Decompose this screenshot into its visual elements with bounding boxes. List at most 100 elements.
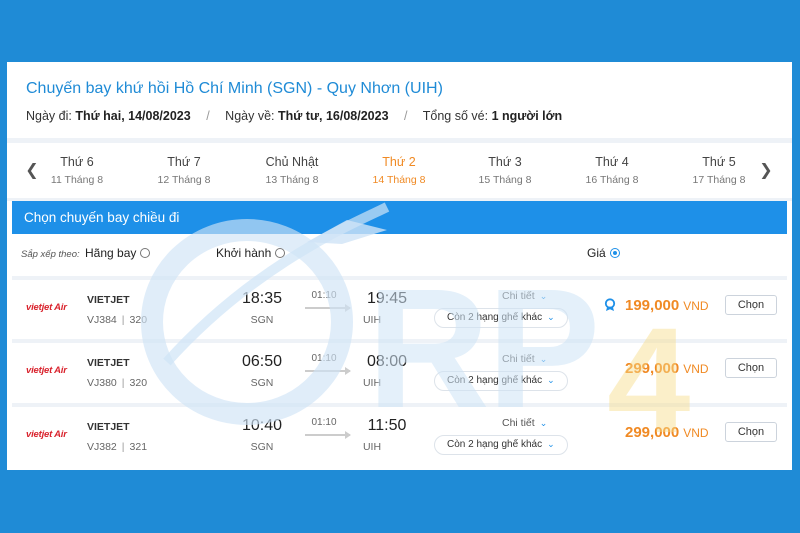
day-name: Thứ 3 (488, 155, 522, 169)
chevron-down-icon: ⌄ (547, 439, 555, 449)
seat-class-label: Còn 2 hạng ghế khác (447, 375, 543, 386)
departure-airport: SGN (250, 314, 274, 326)
flight-info: VJ382 | 321 (87, 441, 147, 453)
seat-class-label: Còn 2 hạng ghế khác (447, 439, 543, 450)
day-tab[interactable]: Thứ 3 15 Tháng 8 (455, 155, 555, 186)
price-value: 199,000 (625, 297, 680, 314)
vietjet-logo: vietjet Air (26, 365, 67, 376)
arrival-time: 11:50 (367, 417, 407, 434)
vietjet-logo: vietjet Air (26, 429, 67, 440)
chevron-down-icon: ⌄ (547, 312, 555, 322)
sort-airline-option[interactable]: Hãng bay (85, 246, 151, 260)
flight-duration: 01:10 (311, 353, 337, 364)
flight-row: vietjet Air VIETJET VJ384 | 320 18:35 SGN 01:10… (12, 276, 787, 334)
sort-airline-label: Hãng bay (85, 246, 137, 260)
sort-airline-radio[interactable] (140, 248, 151, 258)
best-price-medal-icon (604, 298, 616, 311)
arrow-right-icon (305, 367, 351, 375)
select-flight-button[interactable]: Chọn (725, 295, 777, 315)
sort-bar: Sắp xếp theo: Hãng bay Khởi hành Giá (7, 234, 792, 274)
chevron-down-icon: ⌄ (547, 375, 555, 385)
return-label: Ngày về: (225, 109, 275, 123)
details-toggle[interactable]: Chi tiết ⌄ (502, 290, 547, 302)
flight-row: vietjet Air VIETJET VJ382 | 321 10:40 SGN 01:10… (12, 403, 787, 461)
price: 299,000 VND (625, 424, 709, 441)
header: Chuyến bay khứ hồi Hồ Chí Minh (SGN) - Q… (7, 62, 792, 137)
departure-airport: SGN (250, 441, 274, 453)
separator: / (206, 109, 210, 123)
divider: | (121, 441, 125, 453)
currency: VND (683, 426, 709, 440)
seat-class-dropdown[interactable]: Còn 2 hạng ghế khác ⌄ (434, 435, 568, 455)
chevron-right-icon[interactable]: ❯ (756, 160, 776, 180)
flight-duration: 01:10 (311, 417, 337, 428)
day-date: 15 Tháng 8 (478, 174, 532, 186)
aircraft-type: 320 (129, 377, 148, 389)
details-toggle[interactable]: Chi tiết ⌄ (502, 353, 547, 365)
chevron-down-icon: ⌄ (539, 418, 548, 428)
arrival-airport: UIH (362, 377, 382, 389)
airline-name: VIETJET (87, 421, 130, 433)
currency: VND (683, 362, 709, 376)
currency: VND (683, 299, 709, 313)
chevron-down-icon: ⌄ (539, 291, 548, 301)
depart-value: Thứ hai, 14/08/2023 (75, 109, 191, 123)
flight-code: VJ380 (87, 377, 117, 389)
day-name: Thứ 5 (702, 155, 736, 169)
price-value: 299,000 (625, 360, 680, 377)
day-name: Thứ 4 (595, 155, 629, 169)
separator: / (404, 109, 408, 123)
sort-departure-radio[interactable] (275, 248, 286, 258)
seat-class-dropdown[interactable]: Còn 2 hạng ghế khác ⌄ (434, 308, 568, 328)
sort-price-radio[interactable] (609, 248, 620, 258)
day-name: Thứ 7 (167, 155, 201, 169)
section-title: Chọn chuyến bay chiều đi (12, 201, 787, 234)
tickets-label: Tổng số vé: (422, 109, 489, 123)
aircraft-type: 321 (129, 441, 148, 453)
day-date: 16 Tháng 8 (585, 174, 639, 186)
sort-departure-label: Khởi hành (216, 246, 272, 260)
flight-search-panel: Chuyến bay khứ hồi Hồ Chí Minh (SGN) - Q… (7, 62, 792, 470)
price-value: 299,000 (625, 424, 680, 441)
return-value: Thứ tư, 16/08/2023 (278, 109, 389, 123)
day-date: 12 Tháng 8 (157, 174, 211, 186)
day-tab[interactable]: Thứ 4 16 Tháng 8 (562, 155, 662, 186)
day-tab[interactable]: Thứ 7 12 Tháng 8 (134, 155, 234, 186)
date-navigation: ❮ Thứ 6 11 Tháng 8 Thứ 7 12 Tháng 8 Chủ Nhật… (7, 143, 792, 198)
day-tab[interactable]: Thứ 2 14 Tháng 8 (349, 155, 449, 186)
day-tab[interactable]: Chủ Nhật 13 Tháng 8 (242, 155, 342, 186)
details-label: Chi tiết (502, 417, 535, 429)
tickets-value: 1 người lớn (491, 109, 563, 123)
flight-info: VJ380 | 320 (87, 377, 147, 389)
departure-time: 18:35 (241, 290, 283, 307)
departure-time: 06:50 (241, 353, 283, 370)
arrival-time: 08:00 (366, 353, 408, 370)
seat-class-label: Còn 2 hạng ghế khác (447, 312, 543, 323)
flight-info: VJ384 | 320 (87, 314, 147, 326)
seat-class-dropdown[interactable]: Còn 2 hạng ghế khác ⌄ (434, 371, 568, 391)
arrow-right-icon (305, 431, 351, 439)
divider: | (121, 377, 125, 389)
day-tab[interactable]: Thứ 6 11 Tháng 8 (27, 155, 127, 186)
flight-code: VJ384 (87, 314, 117, 326)
sort-departure-option[interactable]: Khởi hành (216, 246, 286, 260)
departure-airport: SGN (250, 377, 274, 389)
depart-label: Ngày đi: (26, 109, 72, 123)
details-label: Chi tiết (502, 353, 535, 365)
day-date: 17 Tháng 8 (692, 174, 746, 186)
flight-duration: 01:10 (311, 290, 337, 301)
select-flight-button[interactable]: Chọn (725, 422, 777, 442)
sort-label: Sắp xếp theo: (21, 249, 80, 260)
arrival-airport: UIH (362, 441, 382, 453)
airline-name: VIETJET (87, 294, 130, 306)
sort-price-label: Giá (587, 246, 606, 260)
day-tab[interactable]: Thứ 5 17 Tháng 8 (669, 155, 769, 186)
arrow-right-icon (305, 304, 351, 312)
select-flight-button[interactable]: Chọn (725, 358, 777, 378)
day-date: 14 Tháng 8 (372, 174, 426, 186)
day-name: Thứ 6 (60, 155, 94, 169)
airline-name: VIETJET (87, 357, 130, 369)
details-toggle[interactable]: Chi tiết ⌄ (502, 417, 547, 429)
sort-price-option[interactable]: Giá (587, 246, 620, 260)
trip-summary: Ngày đi: Thứ hai, 14/08/2023 / Ngày về: … (26, 109, 562, 123)
